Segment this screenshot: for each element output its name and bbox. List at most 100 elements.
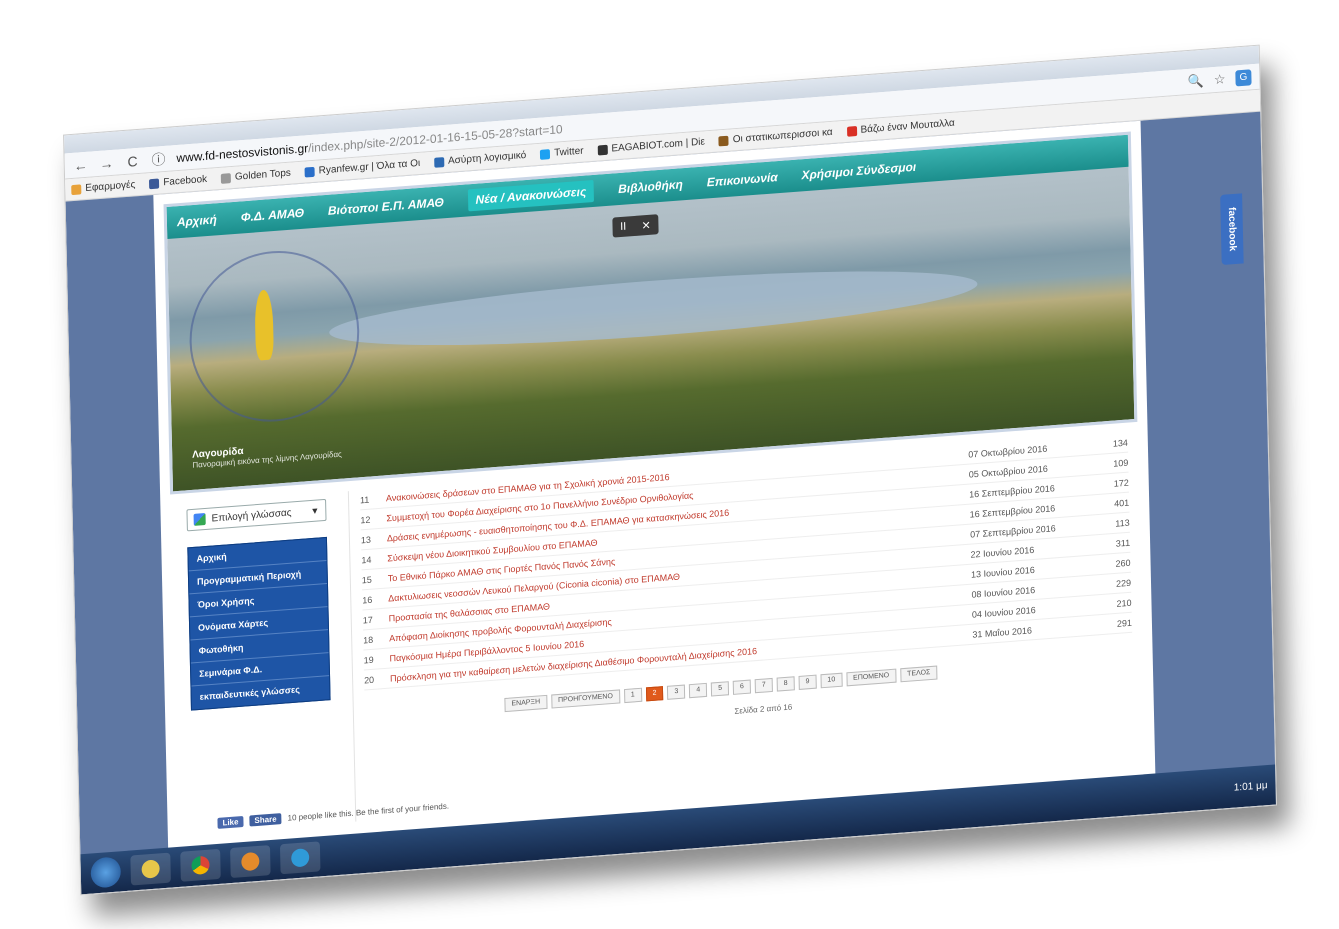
info-icon[interactable]: ⓘ <box>150 148 166 169</box>
chrome-icon <box>191 855 210 875</box>
chevron-down-icon: ▼ <box>310 505 320 517</box>
article-number: 18 <box>363 634 374 645</box>
logo <box>187 244 362 428</box>
screenshot-stage: ← → C ⓘ www.fd-nestosvistonis.gr/index.p… <box>0 0 1339 929</box>
column-divider <box>347 491 357 822</box>
taskbar-app[interactable] <box>279 841 321 875</box>
bookmark-icon <box>220 172 232 184</box>
browser-window: ← → C ⓘ www.fd-nestosvistonis.gr/index.p… <box>63 44 1277 896</box>
pagination-page[interactable]: 5 <box>711 681 730 697</box>
share-button[interactable]: Share <box>249 813 282 827</box>
slide-caption: Λαγουρίδα Πανοραμική εικόνα της λίμνης Λ… <box>192 439 342 470</box>
taskbar-explorer[interactable] <box>130 852 171 886</box>
article-hits: 291 <box>1116 617 1133 629</box>
bookmark-item[interactable]: Ασύρτη λογισμικό <box>433 149 527 168</box>
bookmark-icon <box>540 148 551 160</box>
bookmark-icon <box>71 183 82 195</box>
site-container: Αρχική Φ.Δ. ΑΜΑΘ Βιότοποι Ε.Π. ΑΜΑΘ Νέα / Α… <box>153 120 1156 850</box>
article-number: 14 <box>361 554 372 565</box>
pagination-page[interactable]: 9 <box>798 674 817 690</box>
bookmark-label: Βάζω έναν Μουταλλα <box>860 117 955 136</box>
pagination-first[interactable]: ΕΝΑΡΞΗ <box>504 694 548 713</box>
menu-item[interactable]: Επικοινωνία <box>707 170 778 189</box>
app-icon <box>291 848 310 868</box>
bookmark-icon <box>718 135 729 146</box>
extension-icon[interactable]: G <box>1235 68 1252 87</box>
bookmark-label: Golden Tops <box>234 167 291 183</box>
bookmark-label: Ασύρτη λογισμικό <box>447 149 527 167</box>
article-hits: 172 <box>1113 477 1129 489</box>
bookmark-label: Ryanfew.gr | Όλα τα Οι <box>318 157 421 177</box>
facebook-tab[interactable]: facebook <box>1220 193 1244 266</box>
reload-icon[interactable]: C <box>124 152 140 170</box>
bookmark-item[interactable]: EAGABIOT.com | Diε <box>597 136 706 156</box>
article-date: 31 Μαΐου 2016 <box>972 624 1033 640</box>
language-select-label: Επιλογή γλώσσας <box>211 506 292 525</box>
article-number: 19 <box>363 654 374 666</box>
article-number: 16 <box>362 594 373 605</box>
bookmark-item[interactable]: Βάζω έναν Μουταλλα <box>846 117 955 137</box>
bookmark-icon <box>304 166 315 178</box>
bookmark-item[interactable]: Ryanfew.gr | Όλα τα Οι <box>304 157 421 178</box>
web-page: facebook Αρχική Φ.Δ. ΑΜΑΘ Βιότοποι Ε.Π. ΑΜ… <box>65 111 1277 857</box>
close-icon[interactable]: ✕ <box>641 218 650 232</box>
taskbar-chrome[interactable] <box>180 848 221 882</box>
bookmark-item[interactable]: Facebook <box>149 174 207 189</box>
pagination-page[interactable]: 10 <box>820 672 843 689</box>
bookmark-icon <box>597 144 608 156</box>
article-number: 15 <box>361 574 372 585</box>
folder-icon <box>141 859 160 879</box>
bookmark-item[interactable]: Golden Tops <box>220 167 291 184</box>
article-number: 17 <box>362 614 373 625</box>
bookmark-item[interactable]: Twitter <box>540 146 584 160</box>
menu-item[interactable]: Νέα / Ανακοινώσεις <box>467 179 595 212</box>
article-hits: 113 <box>1115 517 1130 529</box>
article-number: 20 <box>363 674 375 686</box>
bookmark-label: Twitter <box>554 145 584 159</box>
article-number: 11 <box>359 494 370 505</box>
bookmark-item[interactable]: Οι στατικωπερισσοι κα <box>718 126 833 147</box>
menu-item[interactable]: Χρήσιμοι Σύνδεσμοι <box>801 160 916 183</box>
start-button[interactable] <box>90 856 122 889</box>
menu-item[interactable]: Βιβλιοθήκη <box>618 177 683 196</box>
pagination-page[interactable]: 7 <box>754 677 773 694</box>
bookmark-label: Οι στατικωπερισσοι κα <box>732 126 833 146</box>
pagination-prev[interactable]: ΠΡΟΗΓΟΥΜΕΝΟ <box>550 689 620 709</box>
pagination-page[interactable]: 3 <box>667 684 686 700</box>
menu-item[interactable]: Φ.Δ. ΑΜΑΘ <box>241 206 305 225</box>
pagination-page[interactable]: 4 <box>689 682 708 699</box>
page-info: Σελίδα 2 από 16 <box>734 702 793 716</box>
sidebar-menu: Αρχική Προγραμματική Περιοχή Όροι Χρήσης Ον… <box>187 536 331 711</box>
slider-controls: II ✕ <box>612 214 659 238</box>
bookmark-icon <box>433 156 445 168</box>
article-hits: 229 <box>1115 577 1132 589</box>
article-number: 12 <box>360 514 371 525</box>
toolbar-icons: 🔍 ☆ G <box>1188 68 1252 90</box>
bookmark-icon <box>846 125 857 137</box>
zoom-icon[interactable]: 🔍 <box>1188 72 1205 89</box>
bookmark-label: Facebook <box>163 173 208 189</box>
pagination-last[interactable]: ΤΕΛΟΣ <box>900 665 938 683</box>
taskbar-media[interactable] <box>230 845 271 879</box>
google-translate-icon <box>193 512 206 526</box>
bookmark-item[interactable]: Εφαρμογές <box>71 179 135 195</box>
article-number: 13 <box>360 534 372 545</box>
pause-icon[interactable]: II <box>620 221 626 233</box>
bookmark-label: Εφαρμογές <box>85 179 136 195</box>
pagination-page[interactable]: 6 <box>732 679 752 695</box>
like-button[interactable]: Like <box>217 815 244 829</box>
article-hits: 134 <box>1112 437 1128 449</box>
menu-item[interactable]: Αρχική <box>177 212 217 229</box>
bookmark-label: EAGABIOT.com | Diε <box>611 136 706 155</box>
pagination-page[interactable]: 2 <box>645 686 664 702</box>
language-select[interactable]: Επιλογή γλώσσας ▼ <box>186 498 327 532</box>
menu-item[interactable]: Βιότοποι Ε.Π. ΑΜΑΘ <box>328 195 444 218</box>
pagination-page[interactable]: 8 <box>776 676 795 692</box>
forward-icon[interactable]: → <box>98 154 114 171</box>
pagination-next[interactable]: ΕΠΟΜΕΝΟ <box>845 668 897 687</box>
pagination-page[interactable]: 1 <box>623 687 642 704</box>
star-icon[interactable]: ☆ <box>1214 71 1226 88</box>
content-area: Επιλογή γλώσσας ▼ Αρχική Προγραμματική Πε… <box>170 432 1145 845</box>
article-hits: 401 <box>1114 497 1130 509</box>
back-icon[interactable]: ← <box>73 156 89 173</box>
